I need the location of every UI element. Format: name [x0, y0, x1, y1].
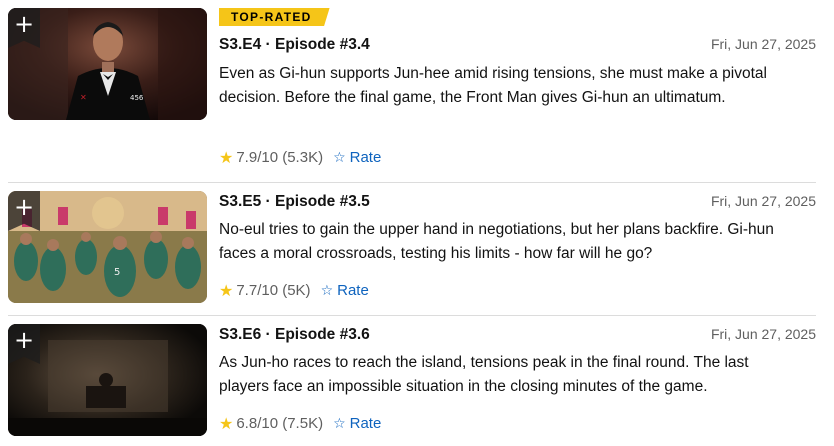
episode-title[interactable]: S3.E5 · Episode #3.5 — [219, 193, 370, 211]
episode-title[interactable]: S3.E6 · Episode #3.6 — [219, 326, 370, 344]
plus-icon: + — [13, 193, 35, 221]
rating-value: 7.9/10 (5.3K) — [236, 149, 324, 166]
episode-description: As Jun-ho races to reach the island, ten… — [219, 354, 749, 395]
air-date: Fri, Jun 27, 2025 — [710, 326, 816, 342]
svg-text:✕: ✕ — [80, 93, 87, 102]
rate-button[interactable]: ☆ Rate — [333, 149, 381, 166]
player-number: 456 — [130, 94, 144, 102]
player-number: 5 — [114, 267, 120, 278]
episode-title[interactable]: S3.E4 · Episode #3.4 — [219, 36, 370, 54]
episode-thumbnail[interactable]: + — [8, 324, 207, 436]
air-date: Fri, Jun 27, 2025 — [710, 193, 816, 209]
rate-label: Rate — [349, 149, 382, 166]
episode-description: Even as Gi-hun supports Jun-hee amid ris… — [219, 65, 767, 106]
star-outline-icon: ☆ — [333, 415, 346, 432]
rating-row: ★ 6.8/10 (7.5K) ☆ Rate — [219, 414, 381, 433]
episode-thumbnail[interactable]: 5 + — [8, 191, 207, 303]
air-date: Fri, Jun 27, 2025 — [710, 36, 816, 52]
star-icon: ★ — [219, 148, 234, 167]
star-icon: ★ — [219, 281, 234, 300]
star-outline-icon: ☆ — [320, 282, 334, 299]
rating-row: ★ 7.9/10 (5.3K) ☆ Rate — [219, 148, 381, 167]
rating-row: ★ 7.7/10 (5K) ☆ Rate — [219, 281, 369, 300]
top-rated-badge: TOP-RATED — [219, 8, 330, 26]
rate-button[interactable]: ☆ Rate — [333, 415, 381, 432]
rate-label: Rate — [349, 415, 382, 432]
plus-icon: + — [13, 326, 35, 354]
rating-value: 6.8/10 (7.5K) — [236, 415, 324, 432]
star-outline-icon: ☆ — [333, 149, 346, 166]
plus-icon: + — [13, 10, 35, 38]
episode-description: No-eul tries to gain the upper hand in n… — [219, 221, 774, 262]
rate-label: Rate — [337, 282, 369, 299]
episode-item-3-6: + S3.E6 · Episode #3.6 Fri, Jun 27, 2025… — [0, 316, 834, 446]
rate-button[interactable]: ☆ Rate — [321, 282, 369, 299]
star-icon: ★ — [219, 414, 234, 433]
episode-thumbnail[interactable]: 456 ✕ + — [8, 8, 207, 120]
episode-item-3-4: 456 ✕ + TOP-RATED S3.E4 · Episode #3.4 F… — [0, 0, 834, 182]
episode-item-3-5: 5 + S3.E5 · Episode #3.5 Fri, Jun 27, 20… — [0, 183, 834, 315]
rating-value: 7.7/10 (5K) — [236, 282, 311, 299]
